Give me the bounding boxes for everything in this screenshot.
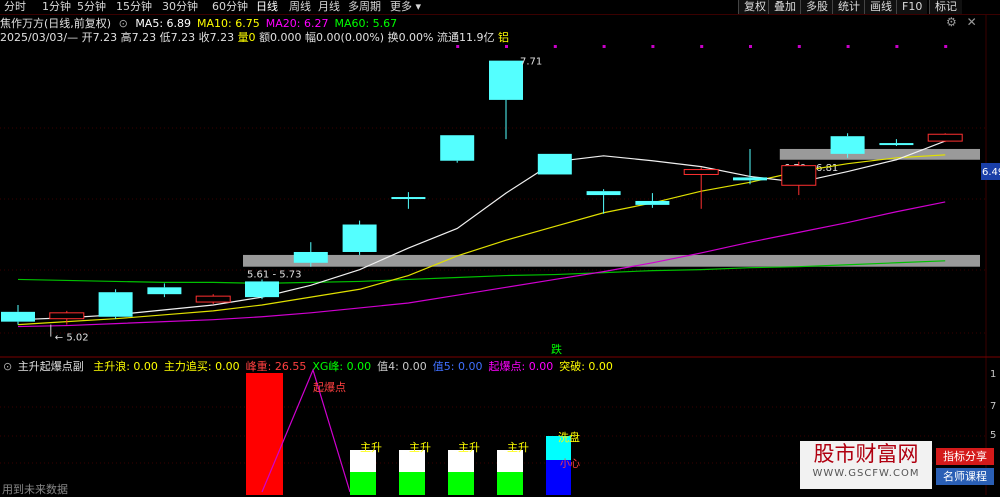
top-marker-9 — [456, 45, 460, 48]
top-marker-12 — [602, 45, 606, 48]
candle-10 — [489, 60, 523, 100]
support-zone-0 — [243, 254, 980, 267]
kline-chart: 5.61 - 5.736.70 - 6.817.71← 5.026.49跌起爆点… — [0, 14, 1000, 495]
top-marker-13 — [651, 45, 655, 48]
candle-12 — [586, 191, 621, 196]
top-marker-17 — [846, 45, 850, 48]
washout-label: 洗盘 — [558, 430, 580, 444]
watermark-badges: 指标分享 名师课程 — [936, 448, 994, 488]
zhusheng-label-3: 主升 — [507, 441, 529, 454]
candle-15 — [733, 177, 767, 181]
top-marker-15 — [749, 45, 752, 48]
candle-5 — [245, 281, 279, 298]
peak-bar — [246, 373, 283, 495]
top-marker-19 — [944, 45, 948, 48]
zone-label-0: 5.61 - 5.73 — [247, 270, 302, 281]
candle-6 — [293, 251, 328, 263]
ind-axis-tick-0: 1 — [990, 369, 996, 380]
zhusheng-bar-0 — [350, 472, 376, 495]
top-marker-18 — [895, 45, 899, 48]
candle-18 — [879, 143, 914, 146]
low-label: ← 5.02 — [55, 333, 89, 344]
candle-13 — [635, 200, 670, 205]
watermark-url: WWW.GSCFW.COM — [812, 468, 920, 479]
badge-indicator-share: 指标分享 — [936, 448, 994, 465]
candle-19 — [927, 133, 963, 142]
zhusheng-bar-3 — [497, 472, 523, 495]
candle-9 — [440, 135, 475, 161]
ind-axis-tick-2: 5 — [990, 430, 996, 441]
support-zone-1 — [779, 148, 980, 160]
signal-text: 跌 — [551, 342, 562, 356]
zhusheng-label-1: 主升 — [409, 441, 431, 454]
top-marker-10 — [505, 45, 508, 48]
zhusheng-label-0: 主升 — [360, 441, 382, 454]
high-label: 7.71 — [520, 57, 542, 68]
candle-17 — [830, 136, 865, 154]
candle-1 — [49, 312, 85, 320]
candle-3 — [147, 287, 182, 295]
price-tag: 6.49 — [982, 167, 1000, 178]
candle-16 — [781, 165, 817, 186]
zhusheng-bar-1 — [399, 472, 425, 495]
watermark-site-name: 股市财富网 — [813, 442, 919, 466]
top-marker-11 — [553, 45, 557, 48]
candle-11 — [537, 153, 572, 175]
top-marker-14 — [700, 45, 704, 48]
top-marker-16 — [797, 45, 801, 48]
zhusheng-bar-2 — [448, 472, 474, 495]
caution-label: 小心 — [560, 458, 580, 470]
candle-8 — [391, 197, 426, 200]
candle-7 — [342, 224, 377, 252]
watermark-site: 股市财富网 WWW.GSCFW.COM — [800, 441, 932, 489]
ind-axis-tick-1: 7 — [990, 401, 996, 412]
badge-teacher-course: 名师课程 — [936, 468, 994, 485]
qbd-label: 起爆点 — [313, 380, 346, 394]
candle-2 — [98, 292, 133, 317]
zhusheng-label-2: 主升 — [458, 441, 480, 454]
candle-4 — [195, 295, 231, 303]
candle-14 — [683, 169, 719, 175]
candle-0 — [1, 311, 35, 322]
